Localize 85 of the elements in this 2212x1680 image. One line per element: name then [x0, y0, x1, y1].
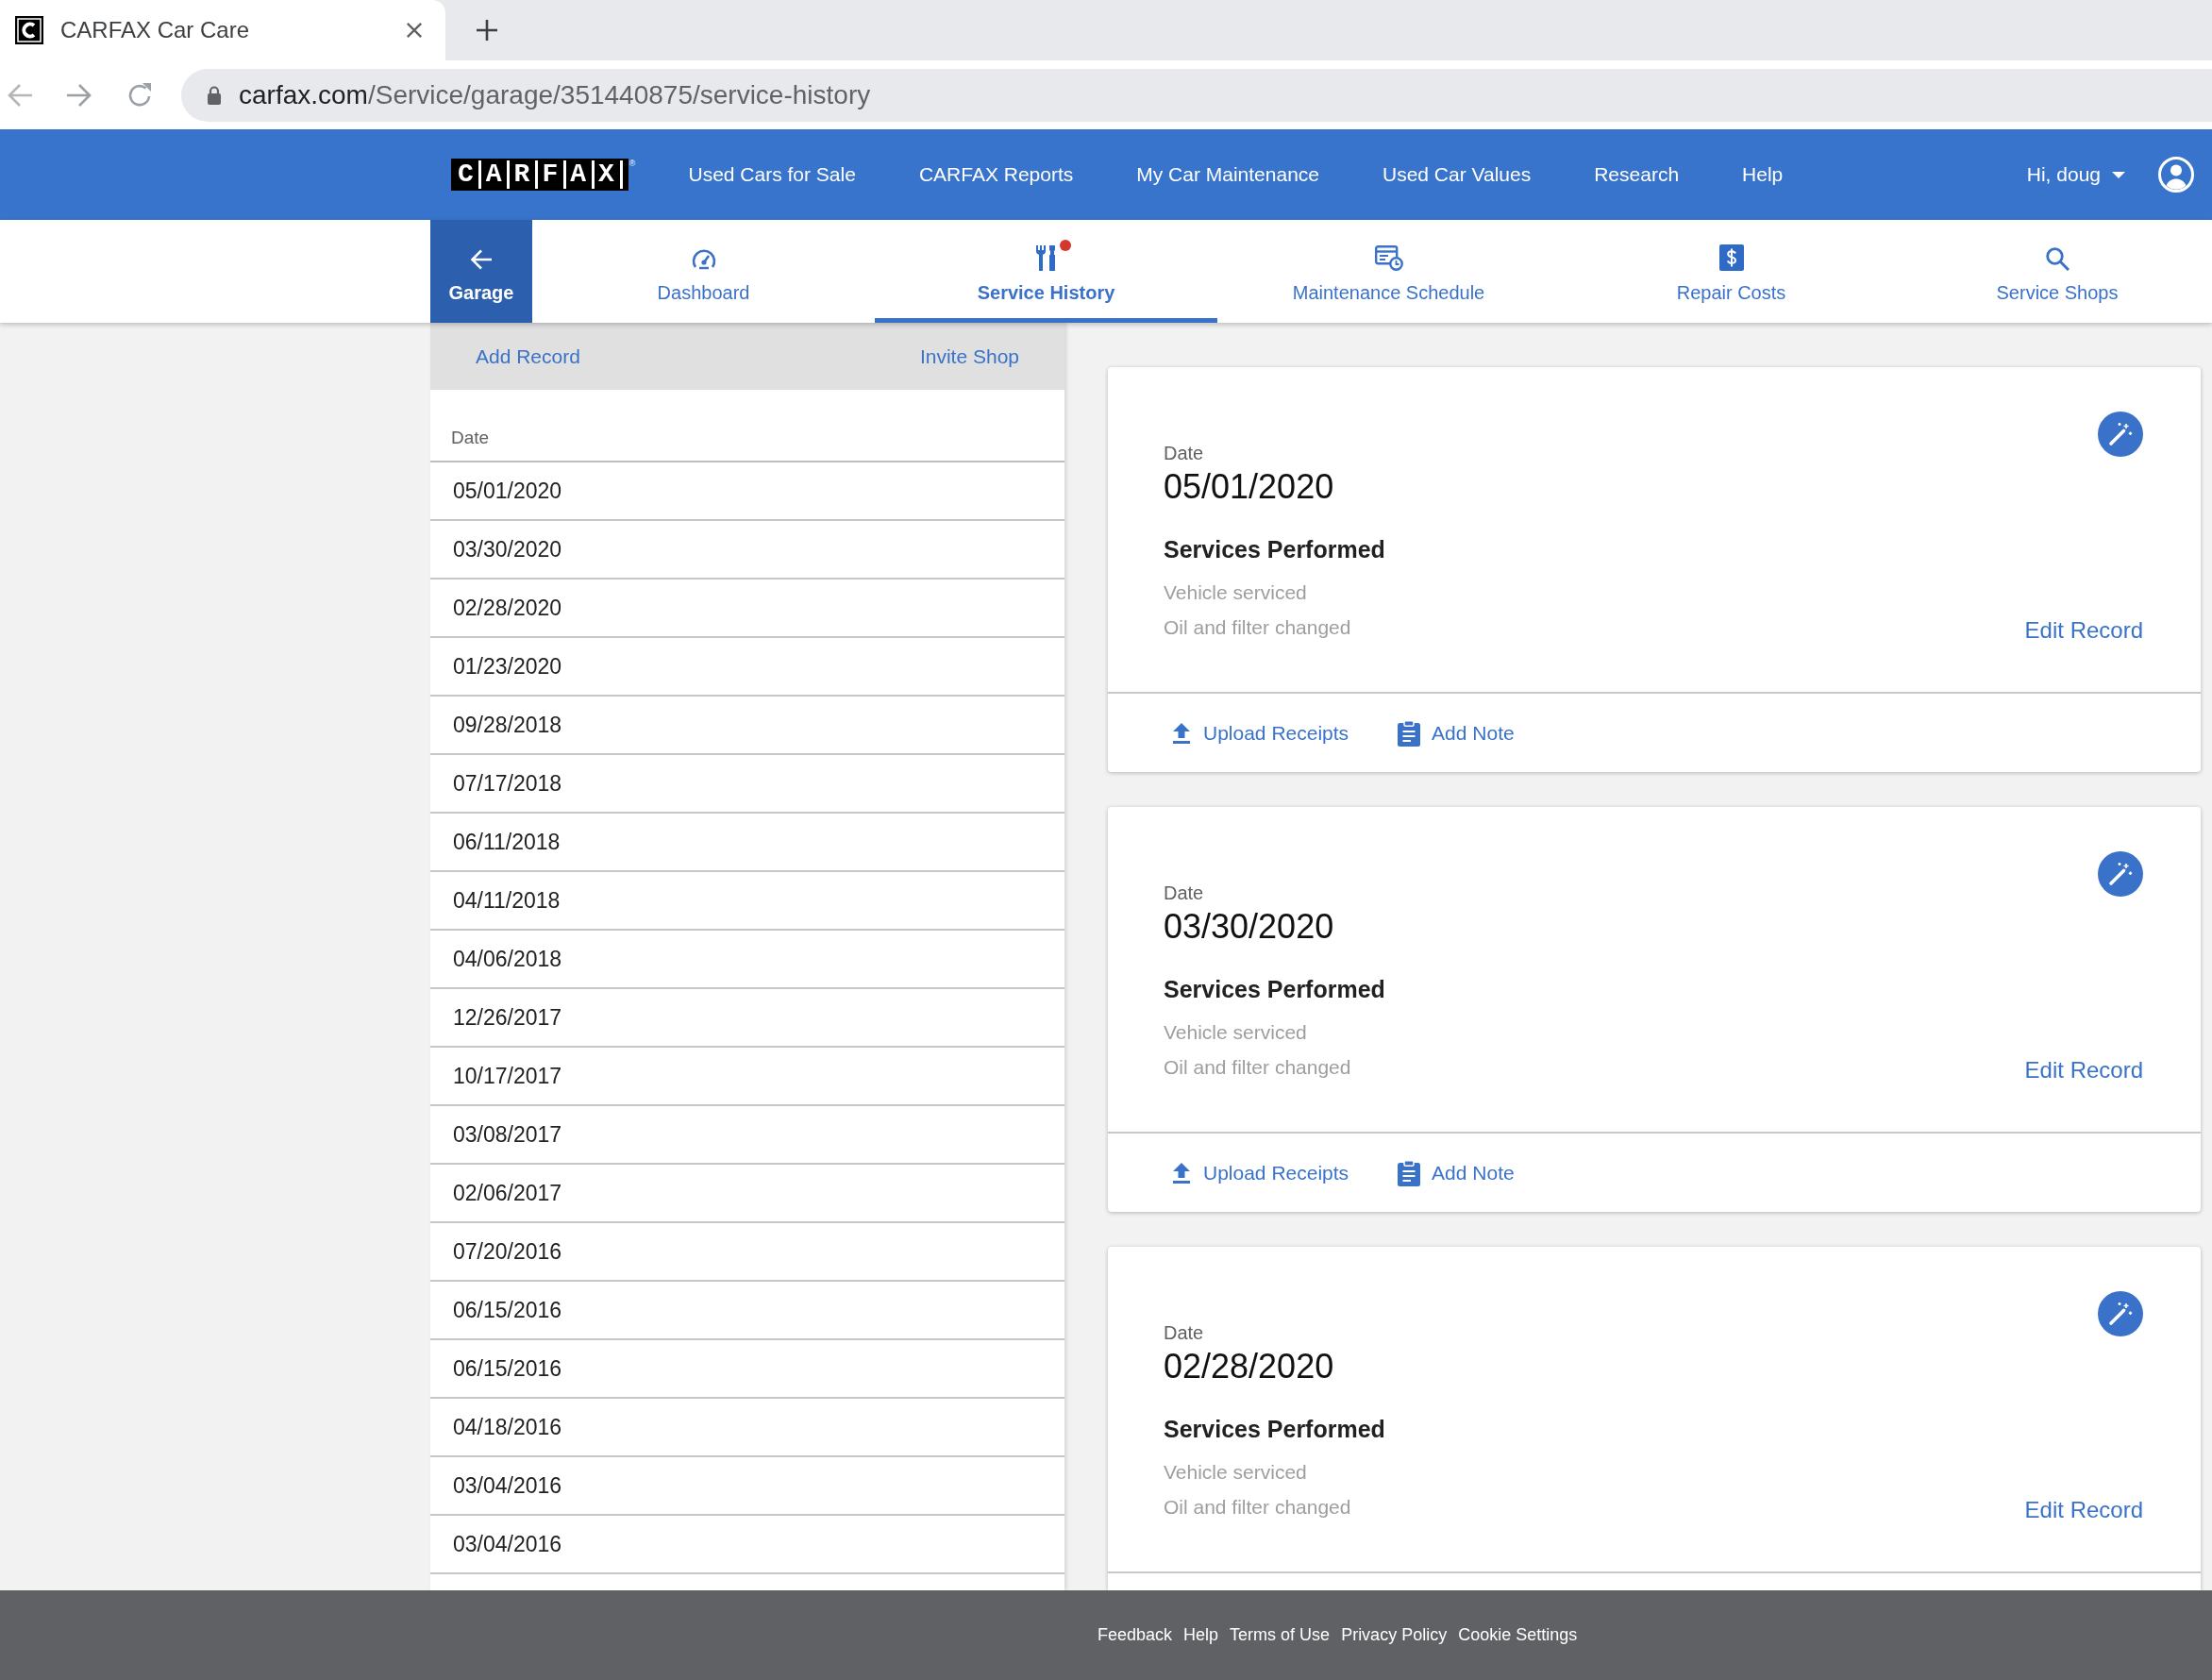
- footer-link[interactable]: Help: [1183, 1622, 1219, 1648]
- footer-link[interactable]: Cookie Settings: [1458, 1622, 1578, 1648]
- edit-record-link[interactable]: Edit Record: [2024, 617, 2143, 644]
- column-header: Date: [430, 390, 1064, 462]
- footer-link[interactable]: Feedback: [1098, 1622, 1173, 1648]
- date-list-item[interactable]: 03/30/2020: [430, 521, 1064, 580]
- reload-icon[interactable]: [126, 81, 153, 109]
- upload-receipts-link[interactable]: Upload Receipts: [1203, 717, 1349, 748]
- services-heading: Services Performed: [1164, 975, 1385, 1003]
- nav-link[interactable]: Help: [1742, 160, 1784, 190]
- service-item: Vehicle serviced: [1164, 1460, 1307, 1485]
- garage-button[interactable]: Garage: [430, 220, 532, 323]
- clipboard-icon: [1398, 719, 1421, 747]
- date-list-item[interactable]: 06/11/2018: [430, 814, 1064, 872]
- record-date: 02/28/2020: [1164, 1347, 1334, 1386]
- date-list-item[interactable]: 02/28/2020: [430, 580, 1064, 638]
- registered-mark: ®: [628, 159, 636, 168]
- service-item: Oil and filter changed: [1164, 615, 1351, 640]
- address-bar[interactable]: carfax.com/Service/garage/351440875/service-history: [181, 68, 2212, 122]
- service-item: Vehicle serviced: [1164, 1020, 1307, 1045]
- date-list-item[interactable]: 09/28/2018: [430, 697, 1064, 755]
- date-label: Date: [1164, 1321, 1204, 1344]
- nav-link[interactable]: Used Car Values: [1382, 160, 1532, 190]
- nav-link[interactable]: Used Cars for Sale: [688, 160, 856, 190]
- date-label: Date: [1164, 882, 1204, 904]
- date-list-item[interactable]: 03/04/2016: [430, 1516, 1064, 1574]
- magic-wand-icon[interactable]: [2098, 1291, 2143, 1336]
- nav-link[interactable]: Research: [1594, 160, 1680, 190]
- record-date: 05/01/2020: [1164, 467, 1334, 507]
- nav-tab[interactable]: Repair Costs: [1560, 220, 1902, 323]
- dollar-icon: [1718, 244, 1744, 271]
- date-list-item[interactable]: 04/06/2018: [430, 931, 1064, 989]
- close-icon[interactable]: [406, 22, 423, 39]
- date-list-item[interactable]: 05/01/2020: [430, 462, 1064, 521]
- upload-receipts-link[interactable]: Upload Receipts: [1203, 1157, 1349, 1188]
- footer-link[interactable]: Privacy Policy: [1341, 1622, 1448, 1648]
- user-menu-button[interactable]: Hi, doug: [2026, 160, 2125, 190]
- nav-tab[interactable]: Service Shops: [1902, 220, 2212, 323]
- clipboard-icon: [1398, 1159, 1421, 1186]
- tools-icon: [1034, 244, 1058, 271]
- date-list-item[interactable]: 07/20/2016: [430, 1223, 1064, 1282]
- add-record-link[interactable]: Add Record: [476, 341, 580, 372]
- date-list-item[interactable]: 07/17/2018: [430, 755, 1064, 814]
- add-note-link[interactable]: Add Note: [1432, 717, 1515, 748]
- upload-icon: [1171, 1161, 1192, 1184]
- nav-link[interactable]: CARFAX Reports: [918, 160, 1074, 190]
- favicon-icon: [15, 16, 43, 44]
- date-list-item[interactable]: 06/15/2016: [430, 1340, 1064, 1399]
- service-item: Oil and filter changed: [1164, 1495, 1351, 1520]
- edit-record-link[interactable]: Edit Record: [2024, 1057, 2143, 1084]
- add-note-link[interactable]: Add Note: [1432, 1157, 1515, 1188]
- date-list-item[interactable]: 03/08/2017: [430, 1106, 1064, 1165]
- lock-icon: [207, 85, 222, 105]
- caret-icon: [2112, 171, 2125, 178]
- search-icon: [2045, 246, 2070, 271]
- forward-icon[interactable]: [66, 82, 92, 108]
- date-list-item[interactable]: 12/26/2017: [430, 989, 1064, 1048]
- date-list-item[interactable]: 06/15/2016: [430, 1282, 1064, 1340]
- plus-icon[interactable]: [477, 20, 497, 41]
- browser-tab[interactable]: CARFAX Car Care: [0, 0, 445, 60]
- service-item: Oil and filter changed: [1164, 1055, 1351, 1080]
- date-list-item[interactable]: 03/04/2016: [430, 1457, 1064, 1516]
- speedometer-icon: [690, 246, 717, 271]
- date-label: Date: [1164, 442, 1204, 464]
- nav-tab[interactable]: Dashboard: [532, 220, 875, 323]
- services-heading: Services Performed: [1164, 1415, 1385, 1443]
- nav-link[interactable]: My Car Maintenance: [1136, 160, 1319, 190]
- footer-link[interactable]: Terms of Use: [1230, 1622, 1331, 1648]
- magic-wand-icon[interactable]: [2098, 412, 2143, 457]
- date-list-item[interactable]: 04/11/2018: [430, 872, 1064, 931]
- date-list-item[interactable]: 02/06/2017: [430, 1165, 1064, 1223]
- services-heading: Services Performed: [1164, 535, 1385, 563]
- date-list-item[interactable]: 04/18/2016: [430, 1399, 1064, 1457]
- service-item: Vehicle serviced: [1164, 580, 1307, 605]
- nav-tab[interactable]: Maintenance Schedule: [1217, 220, 1560, 323]
- record-date: 03/30/2020: [1164, 907, 1334, 947]
- magic-wand-icon[interactable]: [2098, 851, 2143, 897]
- edit-record-link[interactable]: Edit Record: [2024, 1497, 2143, 1523]
- arrow-left-icon: [470, 249, 493, 270]
- user-avatar-icon[interactable]: [2158, 157, 2194, 193]
- date-list-item[interactable]: 10/17/2017: [430, 1048, 1064, 1106]
- upload-icon: [1171, 721, 1192, 745]
- calendar-clock-icon: [1374, 244, 1403, 271]
- invite-shop-link[interactable]: Invite Shop: [919, 341, 1019, 372]
- date-list-item[interactable]: 01/23/2020: [430, 638, 1064, 697]
